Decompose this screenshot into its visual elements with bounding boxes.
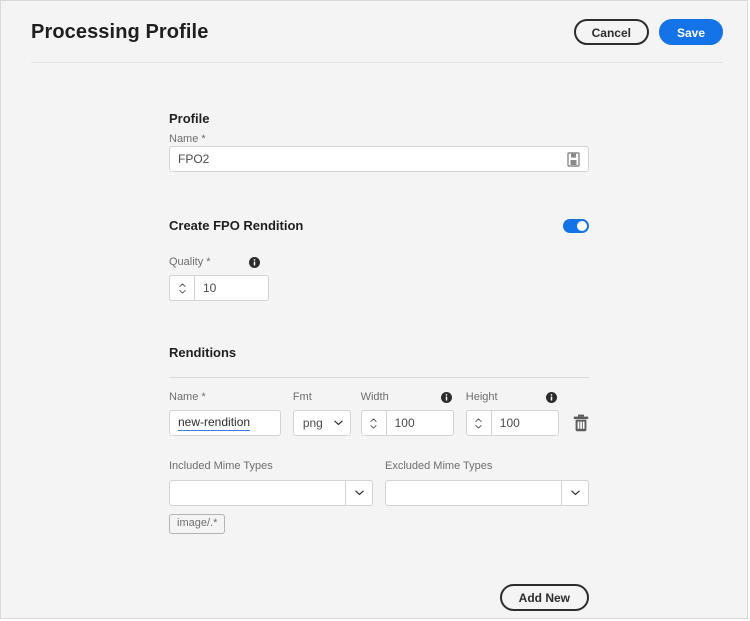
- rendition-width-group: Width: [361, 390, 454, 436]
- included-mime-group: Included Mime Types image/.*: [169, 456, 373, 534]
- width-stepper-arrows[interactable]: [361, 410, 387, 436]
- included-mime-dropdown-button[interactable]: [345, 480, 373, 506]
- chevron-down-icon[interactable]: [334, 420, 343, 426]
- page-title: Processing Profile: [31, 21, 208, 44]
- rendition-height-group: Height: [466, 390, 559, 436]
- create-fpo-rendition-toggle[interactable]: [563, 219, 589, 233]
- profile-name-field-group: Name * FPO2: [169, 132, 589, 172]
- info-icon[interactable]: [546, 392, 557, 403]
- excluded-mime-label: Excluded Mime Types: [385, 460, 492, 472]
- info-icon[interactable]: [249, 257, 260, 268]
- profile-name-value: FPO2: [178, 152, 567, 166]
- quality-value[interactable]: 10: [195, 275, 269, 301]
- included-mime-combobox[interactable]: [169, 480, 373, 506]
- form-content: Profile Name * FPO2 Create: [1, 63, 747, 618]
- included-mime-label: Included Mime Types: [169, 460, 273, 472]
- header-actions: Cancel Save: [574, 19, 723, 45]
- profile-name-label: Name *: [169, 132, 589, 146]
- profile-section: Profile Name * FPO2: [169, 111, 589, 172]
- quality-stepper-arrows[interactable]: [169, 275, 195, 301]
- processing-profile-window: Processing Profile Cancel Save Profile N…: [0, 0, 748, 619]
- included-mime-input[interactable]: [169, 480, 345, 506]
- rendition-height-value[interactable]: 100: [492, 410, 559, 436]
- height-stepper-arrows[interactable]: [466, 410, 492, 436]
- toggle-knob: [577, 221, 587, 231]
- renditions-divider: [169, 377, 589, 378]
- rendition-fmt-select[interactable]: png: [293, 410, 351, 436]
- chevron-down-icon[interactable]: [355, 490, 364, 496]
- profile-name-input[interactable]: FPO2: [169, 146, 589, 172]
- chevron-down-icon[interactable]: [571, 490, 580, 496]
- profile-section-title: Profile: [169, 111, 589, 126]
- mime-types-row: Included Mime Types image/.*: [169, 456, 589, 534]
- quality-label-row: Quality *: [169, 255, 589, 269]
- renditions-section: Renditions Name * new-rendition Fmt png: [169, 345, 589, 534]
- page-header: Processing Profile Cancel Save: [1, 1, 747, 63]
- chevron-down-icon[interactable]: [475, 425, 482, 429]
- chevron-down-icon[interactable]: [179, 290, 186, 294]
- trash-icon[interactable]: [573, 414, 589, 432]
- rendition-fmt-group: Fmt png: [293, 390, 351, 436]
- excluded-mime-input[interactable]: [385, 480, 561, 506]
- rendition-width-label: Width: [361, 390, 389, 404]
- rendition-width-stepper[interactable]: 100: [361, 410, 454, 436]
- chevron-down-icon[interactable]: [370, 425, 377, 429]
- quality-label: Quality *: [169, 255, 249, 269]
- rendition-height-stepper[interactable]: 100: [466, 410, 559, 436]
- rendition-row: Name * new-rendition Fmt png: [169, 390, 589, 436]
- info-icon[interactable]: [441, 392, 452, 403]
- renditions-section-title: Renditions: [169, 345, 589, 360]
- fpo-section-header: Create FPO Rendition: [169, 218, 589, 233]
- chevron-up-icon[interactable]: [179, 283, 186, 287]
- rendition-name-input[interactable]: new-rendition: [169, 410, 281, 436]
- rendition-fmt-value: png: [303, 416, 323, 430]
- fpo-section: Create FPO Rendition Quality *: [169, 218, 589, 301]
- quality-stepper[interactable]: 10: [169, 275, 269, 301]
- chevron-up-icon[interactable]: [475, 418, 482, 422]
- add-new-button[interactable]: Add New: [500, 584, 589, 611]
- fpo-section-title: Create FPO Rendition: [169, 218, 303, 233]
- rendition-fmt-label: Fmt: [293, 390, 351, 404]
- included-mime-tag-row: image/.*: [169, 514, 373, 534]
- mime-tag[interactable]: image/.*: [169, 514, 225, 534]
- form-column: Profile Name * FPO2 Create: [169, 111, 589, 534]
- rendition-width-label-row: Width: [361, 390, 454, 404]
- rendition-name-value: new-rendition: [178, 415, 250, 431]
- cancel-button[interactable]: Cancel: [574, 19, 649, 45]
- save-document-icon[interactable]: [567, 152, 580, 167]
- rendition-delete-group: [573, 414, 589, 436]
- rendition-height-label-row: Height: [466, 390, 559, 404]
- rendition-name-group: Name * new-rendition: [169, 390, 281, 436]
- save-button[interactable]: Save: [659, 19, 723, 45]
- rendition-width-value[interactable]: 100: [387, 410, 454, 436]
- footer-actions: Add New: [169, 584, 589, 611]
- chevron-up-icon[interactable]: [370, 418, 377, 422]
- excluded-mime-dropdown-button[interactable]: [561, 480, 589, 506]
- rendition-height-label: Height: [466, 390, 498, 404]
- excluded-mime-combobox[interactable]: [385, 480, 589, 506]
- rendition-name-label: Name *: [169, 390, 281, 404]
- excluded-mime-group: Excluded Mime Types: [385, 456, 589, 534]
